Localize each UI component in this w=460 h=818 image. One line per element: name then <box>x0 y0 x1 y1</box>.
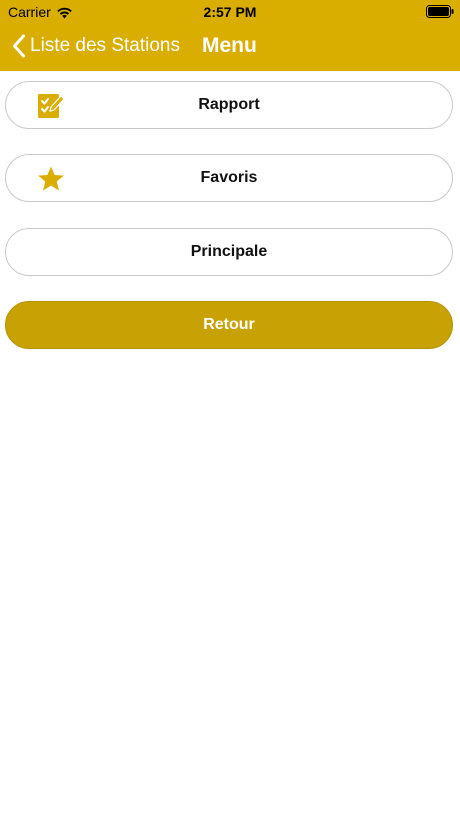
favoris-button[interactable]: Favoris <box>5 154 453 202</box>
header-bar: Carrier 2:57 PM Liste des Stations Menu <box>0 0 460 71</box>
navigation-bar: Liste des Stations Menu <box>0 24 460 71</box>
retour-label: Retour <box>203 316 255 333</box>
back-button-label: Liste des Stations <box>30 35 180 56</box>
retour-button[interactable]: Retour <box>5 301 453 349</box>
chevron-left-icon <box>13 34 25 58</box>
menu-screen: Carrier 2:57 PM Liste des Stations Menu … <box>0 0 460 818</box>
principale-label: Principale <box>190 243 268 260</box>
rapport-label: Rapport <box>198 96 260 113</box>
back-button[interactable]: Liste des Stations <box>12 34 180 58</box>
page-title: Menu <box>202 34 257 57</box>
status-bar: Carrier 2:57 PM <box>0 0 460 24</box>
status-time: 2:57 PM <box>203 4 257 20</box>
rapport-button[interactable]: Rapport <box>5 81 453 129</box>
favoris-label: Favoris <box>200 169 258 186</box>
principale-button[interactable]: Principale <box>5 228 453 276</box>
battery-icon <box>426 5 454 18</box>
